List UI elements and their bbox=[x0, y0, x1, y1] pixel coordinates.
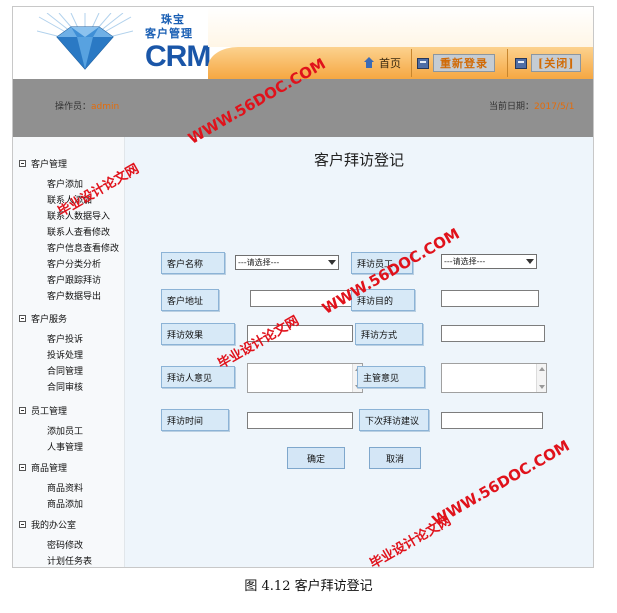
visitor-employee-select[interactable]: ---请选择--- bbox=[441, 254, 537, 269]
sidebar-item[interactable]: 客户信息查看修改 bbox=[47, 241, 119, 254]
sidebar-item[interactable]: 客户分类分析 bbox=[47, 257, 101, 270]
visit-time-label: 拜访时间 bbox=[161, 409, 229, 431]
home-icon bbox=[363, 57, 375, 69]
visit-purpose-input[interactable] bbox=[441, 290, 539, 307]
logo-line2: 客户管理 bbox=[145, 27, 193, 40]
page-title: 客户拜访登记 bbox=[313, 151, 404, 169]
date-value: 2017/5/1 bbox=[534, 102, 575, 112]
relogin-icon bbox=[417, 57, 429, 69]
logo: 珠宝 客户管理 CRM bbox=[13, 7, 211, 79]
logo-crm: CRM bbox=[145, 40, 211, 73]
sidebar-group-customer-management[interactable]: 客户管理 bbox=[19, 157, 67, 170]
sidebar-group-employee-management[interactable]: 员工管理 bbox=[19, 404, 67, 417]
collapse-icon bbox=[19, 521, 26, 528]
next-visit-input[interactable] bbox=[441, 412, 543, 429]
customer-address-label: 客户地址 bbox=[161, 289, 219, 311]
sidebar-item[interactable]: 合同审核 bbox=[47, 380, 83, 393]
sidebar-item[interactable]: 人事管理 bbox=[47, 440, 83, 453]
dropdown-arrow-icon bbox=[526, 259, 534, 264]
relogin-label: 重新登录 bbox=[433, 54, 495, 72]
cancel-button[interactable]: 取消 bbox=[369, 447, 421, 469]
home-label: 首页 bbox=[379, 57, 401, 70]
close-icon bbox=[515, 57, 527, 69]
sidebar-item[interactable]: 商品添加 bbox=[47, 497, 83, 510]
current-date: 当前日期：2017/5/1 bbox=[489, 99, 574, 112]
customer-name-select[interactable]: ---请选择--- bbox=[235, 255, 339, 270]
sidebar-item[interactable]: 客户数据导出 bbox=[47, 289, 101, 302]
sidebar-group-customer-service[interactable]: 客户服务 bbox=[19, 312, 67, 325]
sidebar-group-my-office[interactable]: 我的办公室 bbox=[19, 518, 76, 531]
close-label: [关闭] bbox=[531, 54, 582, 72]
topnav-shade bbox=[208, 7, 593, 47]
operator-value: admin bbox=[91, 102, 120, 112]
collapse-icon bbox=[19, 464, 26, 471]
operator-info: 操作员：admin bbox=[55, 99, 119, 112]
close-link[interactable]: [关闭] bbox=[515, 51, 582, 75]
visitor-opinion-textarea[interactable] bbox=[247, 363, 363, 393]
figure-caption: 图 4.12 客户拜访登记 bbox=[244, 579, 373, 594]
nav-divider bbox=[507, 49, 508, 77]
sidebar-group-product-management[interactable]: 商品管理 bbox=[19, 461, 67, 474]
supervisor-opinion-textarea[interactable] bbox=[441, 363, 547, 393]
sidebar-item[interactable]: 合同管理 bbox=[47, 364, 83, 377]
collapse-icon bbox=[19, 315, 26, 322]
collapse-icon bbox=[19, 407, 26, 414]
main-content: 客户拜访登记 客户名称 ---请选择--- 拜访员工 ---请选择--- 客户地… bbox=[125, 137, 593, 567]
next-visit-label: 下次拜访建议 bbox=[359, 409, 429, 431]
supervisor-opinion-label: 主管意见 bbox=[357, 366, 425, 388]
date-label: 当前日期： bbox=[489, 102, 535, 112]
confirm-button[interactable]: 确定 bbox=[287, 447, 345, 469]
nav-divider bbox=[411, 49, 412, 77]
textarea-scrollbar[interactable] bbox=[536, 364, 546, 392]
collapse-icon bbox=[19, 160, 26, 167]
visit-effect-label: 拜访效果 bbox=[161, 323, 235, 345]
dropdown-arrow-icon bbox=[328, 260, 336, 265]
operator-label: 操作员： bbox=[55, 102, 92, 112]
sidebar-item[interactable]: 投诉处理 bbox=[47, 348, 83, 361]
sidebar-item[interactable]: 客户投诉 bbox=[47, 332, 83, 345]
sidebar-item[interactable]: 联系人查看修改 bbox=[47, 225, 110, 238]
relogin-link[interactable]: 重新登录 bbox=[417, 51, 495, 75]
visit-time-input[interactable] bbox=[247, 412, 353, 429]
sidebar-item[interactable]: 计划任务表 bbox=[47, 554, 92, 567]
sidebar-item[interactable]: 商品资料 bbox=[47, 481, 83, 494]
visit-method-label: 拜访方式 bbox=[355, 323, 423, 345]
home-link[interactable]: 首页 bbox=[363, 51, 401, 75]
sidebar-item[interactable]: 客户添加 bbox=[47, 177, 83, 190]
customer-name-label: 客户名称 bbox=[161, 252, 225, 274]
sidebar-item[interactable]: 添加员工 bbox=[47, 424, 83, 437]
visit-method-input[interactable] bbox=[441, 325, 545, 342]
sidebar-item[interactable]: 密码修改 bbox=[47, 538, 83, 551]
diamond-logo-icon bbox=[37, 13, 133, 70]
sidebar-item[interactable]: 客户跟踪拜访 bbox=[47, 273, 101, 286]
